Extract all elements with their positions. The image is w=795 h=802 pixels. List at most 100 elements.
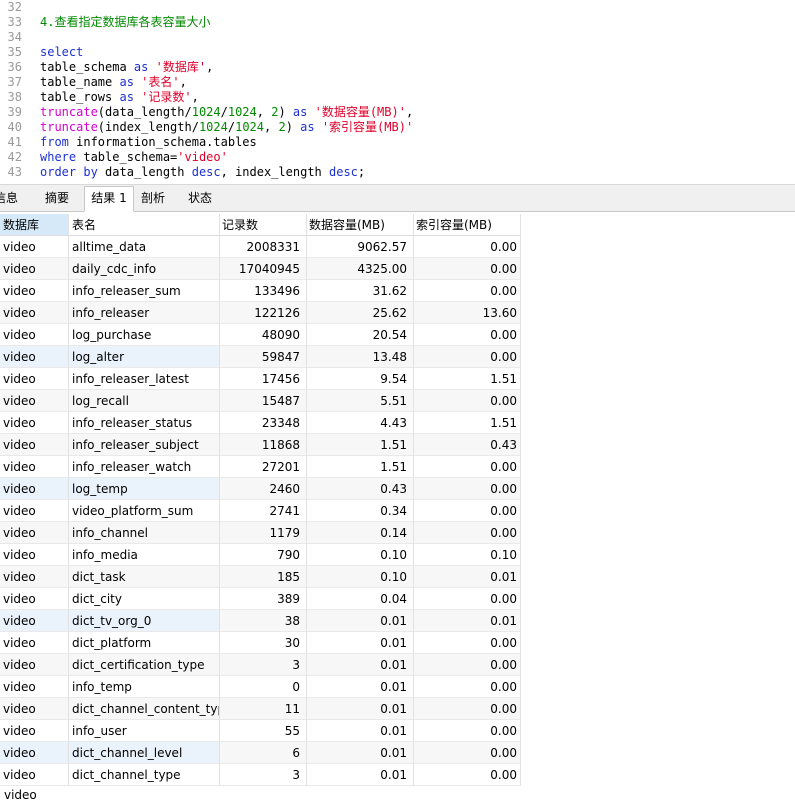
cell-index-size[interactable]: 1.51 xyxy=(414,412,521,434)
sql-editor[interactable]: 32 33 4.查看指定数据库各表容量大小 34 35 select 36 table_sch… xyxy=(0,0,795,183)
cell-data-size[interactable]: 25.62 xyxy=(307,302,414,324)
cell-database[interactable]: video xyxy=(0,588,69,610)
cell-data-size[interactable]: 4325.00 xyxy=(307,258,414,280)
table-row[interactable]: video info_user 55 0.01 0.00 xyxy=(0,720,521,742)
code-line[interactable]: 32 xyxy=(0,0,795,15)
table-row[interactable]: video video_platform_sum 2741 0.34 0.00 xyxy=(0,500,521,522)
table-row[interactable]: video dict_channel_content_type 11 0.01 0.00 xyxy=(0,698,521,720)
cell-database[interactable]: video xyxy=(0,324,69,346)
cell-table-name[interactable]: info_releaser_subject xyxy=(69,434,220,456)
cell-row-count[interactable]: 27201 xyxy=(220,456,307,478)
table-row[interactable]: video daily_cdc_info 17040945 4325.00 0.00 xyxy=(0,258,521,280)
table-row[interactable]: video info_channel 1179 0.14 0.00 xyxy=(0,522,521,544)
cell-row-count[interactable]: 790 xyxy=(220,544,307,566)
cell-index-size[interactable]: 0.01 xyxy=(414,566,521,588)
cell-row-count[interactable]: 2741 xyxy=(220,500,307,522)
cell-table-name[interactable]: log_recall xyxy=(69,390,220,412)
cell-database[interactable]: video xyxy=(0,720,69,742)
table-row[interactable]: video dict_city 389 0.04 0.00 xyxy=(0,588,521,610)
cell-data-size[interactable]: 0.01 xyxy=(307,676,414,698)
cell-index-size[interactable]: 0.00 xyxy=(414,742,521,764)
cell-database[interactable]: video xyxy=(0,632,69,654)
cell-row-count[interactable]: 2460 xyxy=(220,478,307,500)
cell-row-count[interactable]: 17456 xyxy=(220,368,307,390)
cell-data-size[interactable]: 9.54 xyxy=(307,368,414,390)
cell-database[interactable]: video xyxy=(0,258,69,280)
cell-data-size[interactable]: 0.14 xyxy=(307,522,414,544)
table-row[interactable]: video info_releaser_subject 11868 1.51 0.43 xyxy=(0,434,521,456)
cell-table-name[interactable]: info_media xyxy=(69,544,220,566)
code-line[interactable]: 37 table_name as '表名', xyxy=(0,75,795,90)
cell-index-size[interactable]: 0.10 xyxy=(414,544,521,566)
cell-table-name[interactable]: dict_certification_type xyxy=(69,654,220,676)
cell-table-name[interactable]: log_temp xyxy=(69,478,220,500)
cell-database[interactable]: video xyxy=(0,698,69,720)
cell-row-count[interactable]: 11 xyxy=(220,698,307,720)
table-row[interactable]: video dict_certification_type 3 0.01 0.00 xyxy=(0,654,521,676)
cell-database[interactable]: video xyxy=(0,610,69,632)
cell-table-name[interactable]: log_purchase xyxy=(69,324,220,346)
column-header-data-size[interactable]: 数据容量(MB) xyxy=(307,214,414,236)
cell-index-size[interactable]: 0.00 xyxy=(414,258,521,280)
cell-index-size[interactable]: 0.00 xyxy=(414,500,521,522)
cell-data-size[interactable]: 0.01 xyxy=(307,632,414,654)
cell-data-size[interactable]: 5.51 xyxy=(307,390,414,412)
cell-row-count[interactable]: 1179 xyxy=(220,522,307,544)
cell-row-count[interactable]: 23348 xyxy=(220,412,307,434)
cell-data-size[interactable]: 1.51 xyxy=(307,456,414,478)
code-line[interactable]: 40 truncate(index_length/1024/1024, 2) as… xyxy=(0,120,795,135)
cell-table-name[interactable]: dict_tv_org_0 xyxy=(69,610,220,632)
cell-index-size[interactable]: 13.60 xyxy=(414,302,521,324)
cell-table-name[interactable]: dict_channel_level xyxy=(69,742,220,764)
table-row[interactable]: video log_purchase 48090 20.54 0.00 xyxy=(0,324,521,346)
cell-row-count[interactable]: 6 xyxy=(220,742,307,764)
cell-table-name[interactable]: dict_city xyxy=(69,588,220,610)
cell-database[interactable]: video xyxy=(0,368,69,390)
cell-database[interactable]: video xyxy=(0,412,69,434)
cell-data-size[interactable]: 0.43 xyxy=(307,478,414,500)
cell-database[interactable]: video xyxy=(0,434,69,456)
cell-table-name[interactable]: info_channel xyxy=(69,522,220,544)
column-header-table-name[interactable]: 表名 xyxy=(69,214,220,236)
cell-row-count[interactable]: 30 xyxy=(220,632,307,654)
cell-data-size[interactable]: 0.01 xyxy=(307,742,414,764)
cell-table-name[interactable]: info_releaser_latest xyxy=(69,368,220,390)
table-row[interactable]: video alltime_data 2008331 9062.57 0.00 xyxy=(0,236,521,258)
cell-table-name[interactable]: info_releaser_watch xyxy=(69,456,220,478)
cell-database[interactable]: video xyxy=(0,478,69,500)
cell-database[interactable]: video xyxy=(0,764,69,786)
cell-index-size[interactable]: 0.00 xyxy=(414,390,521,412)
table-row[interactable]: video info_releaser_sum 133496 31.62 0.00 xyxy=(0,280,521,302)
cell-index-size[interactable]: 0.00 xyxy=(414,632,521,654)
cell-table-name[interactable]: info_releaser xyxy=(69,302,220,324)
code-line[interactable]: 36 table_schema as '数据库', xyxy=(0,60,795,75)
tab-profile[interactable]: 剖析 xyxy=(134,187,172,211)
table-row[interactable]: video info_releaser_latest 17456 9.54 1.51 xyxy=(0,368,521,390)
cell-row-count[interactable]: 133496 xyxy=(220,280,307,302)
cell-database[interactable]: video xyxy=(0,500,69,522)
cell-row-count[interactable]: 17040945 xyxy=(220,258,307,280)
table-row[interactable]: video info_releaser_watch 27201 1.51 0.00 xyxy=(0,456,521,478)
cell-row-count[interactable]: 15487 xyxy=(220,390,307,412)
cell-database[interactable]: video xyxy=(0,302,69,324)
cell-index-size[interactable]: 0.00 xyxy=(414,676,521,698)
cell-table-name[interactable]: daily_cdc_info xyxy=(69,258,220,280)
cell-database[interactable]: video xyxy=(0,654,69,676)
table-row[interactable]: video info_temp 0 0.01 0.00 xyxy=(0,676,521,698)
cell-data-size[interactable]: 0.01 xyxy=(307,764,414,786)
cell-row-count[interactable]: 3 xyxy=(220,654,307,676)
cell-data-size[interactable]: 0.01 xyxy=(307,720,414,742)
cell-index-size[interactable]: 1.51 xyxy=(414,368,521,390)
cell-index-size[interactable]: 0.01 xyxy=(414,610,521,632)
code-line[interactable]: 34 xyxy=(0,30,795,45)
cell-database[interactable]: video xyxy=(0,742,69,764)
table-row[interactable]: video dict_channel_type 3 0.01 0.00 xyxy=(0,764,521,786)
cell-data-size[interactable]: 0.01 xyxy=(307,698,414,720)
tab-result-1[interactable]: 结果 1 xyxy=(84,186,134,212)
cell-data-size[interactable]: 9062.57 xyxy=(307,236,414,258)
cell-index-size[interactable]: 0.00 xyxy=(414,522,521,544)
cell-row-count[interactable]: 59847 xyxy=(220,346,307,368)
cell-data-size[interactable]: 31.62 xyxy=(307,280,414,302)
table-row[interactable]: video info_releaser 122126 25.62 13.60 xyxy=(0,302,521,324)
cell-index-size[interactable]: 0.00 xyxy=(414,654,521,676)
